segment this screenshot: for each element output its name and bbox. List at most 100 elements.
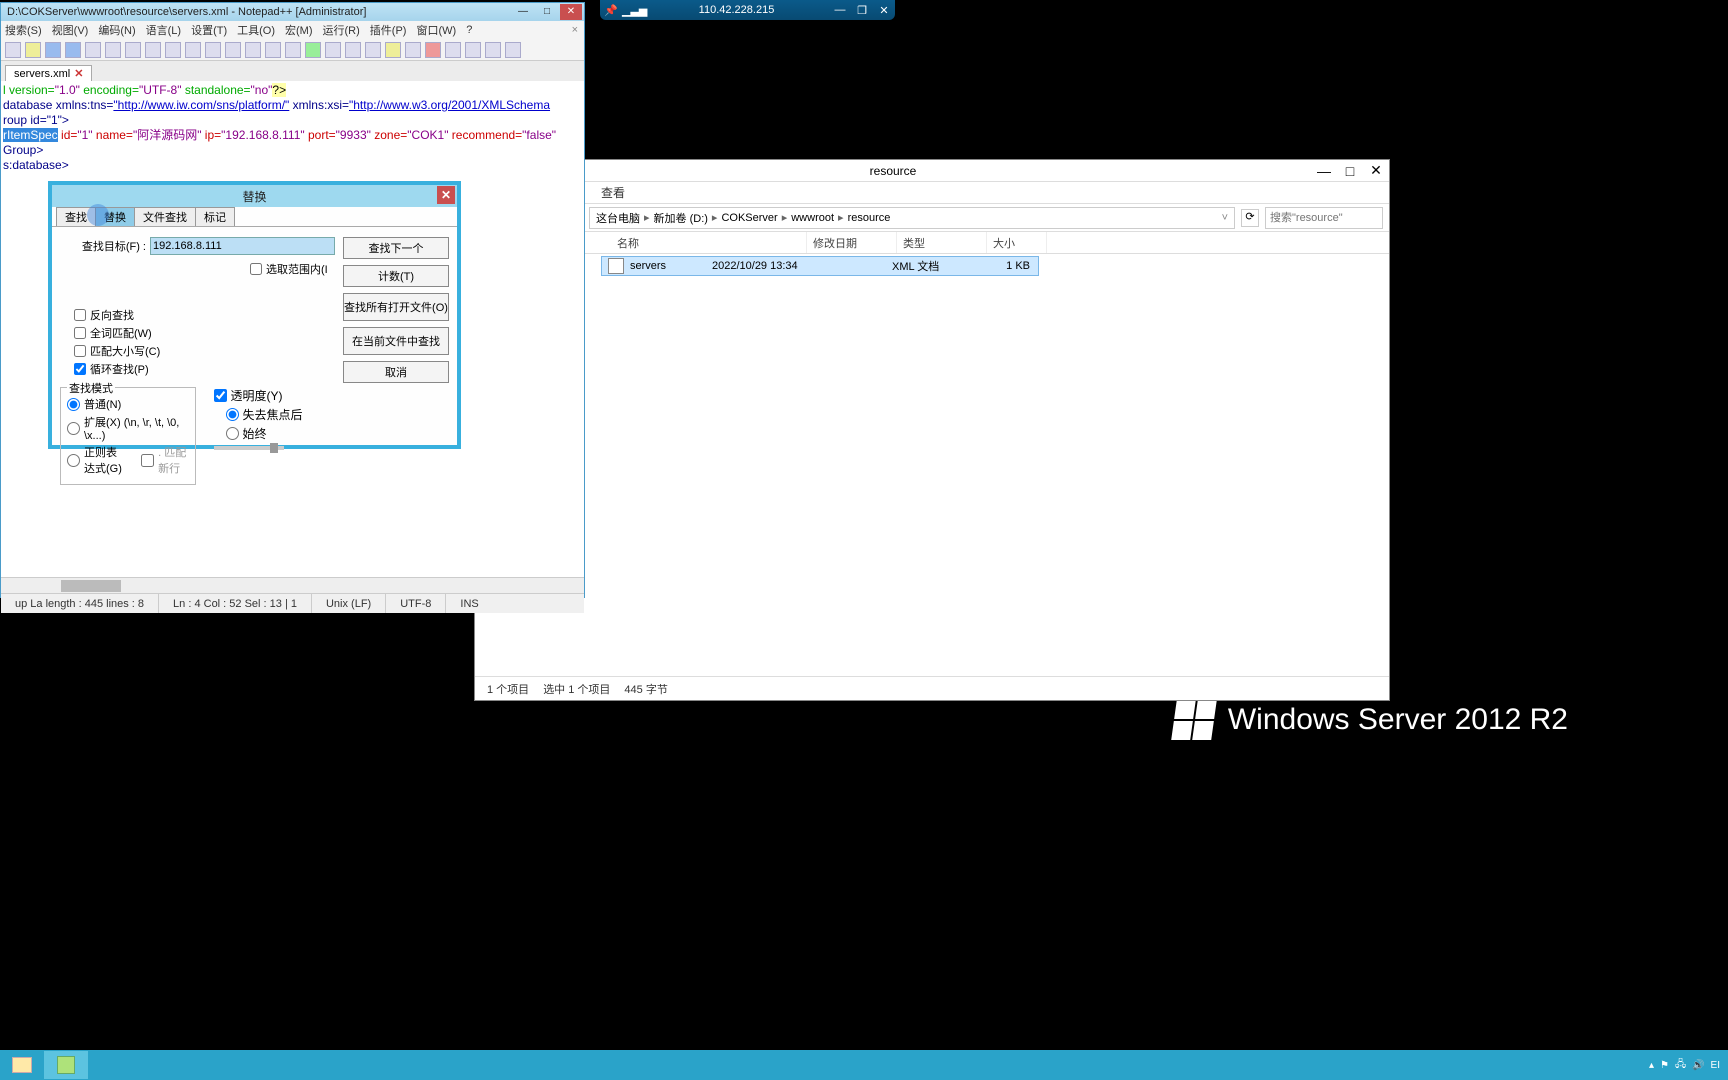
cancel-button[interactable]: 取消 [343,361,449,383]
npp-minimize-button[interactable]: — [512,4,534,20]
toolbar-record-icon[interactable] [425,42,441,58]
toolbar-playmulti-icon[interactable] [485,42,501,58]
find-in-current-button[interactable]: 在当前文件中查找 [343,327,449,355]
toolbar-zoom-in-icon[interactable] [265,42,281,58]
dialog-close-button[interactable]: ✕ [437,186,455,204]
crumb-cokserver[interactable]: COKServer [721,212,777,224]
menu-language[interactable]: 语言(L) [146,22,181,38]
find-input[interactable] [150,237,335,255]
menu-tools[interactable]: 工具(O) [237,22,275,38]
toolbar-saveall-icon[interactable] [65,42,81,58]
cb-backward[interactable] [74,309,86,321]
toolbar-replace-icon[interactable] [245,42,261,58]
tab-servers-xml[interactable]: servers.xml ✕ [5,65,92,81]
toolbar-copy-icon[interactable] [145,42,161,58]
file-row-servers[interactable]: servers 2022/10/29 13:34 XML 文档 1 KB [601,256,1039,276]
find-all-open-button[interactable]: 查找所有打开文件(O) [343,293,449,321]
cb-matchcase[interactable] [74,345,86,357]
rdp-restore-button[interactable]: ❐ [851,4,873,17]
rb-regex[interactable] [67,454,80,467]
rdp-minimize-button[interactable]: — [829,4,851,16]
rdp-close-button[interactable]: ✕ [873,4,895,17]
toolbar-ws-icon[interactable] [325,42,341,58]
toolbar-save-icon[interactable] [45,42,61,58]
cb-wrap[interactable] [74,363,86,375]
slider-thumb[interactable] [270,443,278,453]
rb-always[interactable] [226,427,239,440]
menu-view[interactable]: 视图(V) [52,22,89,38]
col-type[interactable]: 类型 [897,232,987,253]
rdp-pin-icon[interactable]: 📌 [600,4,622,17]
search-input[interactable] [1265,207,1383,229]
crumb-drive-d[interactable]: 新加卷 (D:) [654,210,708,226]
npp-close-button[interactable]: ✕ [560,4,582,20]
toolbar-zoom-out-icon[interactable] [285,42,301,58]
toolbar-play-icon[interactable] [465,42,481,58]
toolbar-folder-icon[interactable] [385,42,401,58]
toolbar-paste-icon[interactable] [165,42,181,58]
menu-window[interactable]: 窗口(W) [416,22,456,38]
toolbar-redo-icon[interactable] [205,42,221,58]
crumb-resource[interactable]: resource [848,212,891,224]
toolbar-find-icon[interactable] [225,42,241,58]
taskbar-notepadpp-icon[interactable] [44,1051,88,1079]
refresh-button[interactable]: ⟳ [1241,209,1259,227]
transparency-slider[interactable] [214,446,284,450]
npp-titlebar[interactable]: D:\COKServer\wwwroot\resource\servers.xm… [1,3,584,21]
col-name[interactable]: 名称 [611,232,807,253]
toolbar-open-icon[interactable] [25,42,41,58]
cb-transparency[interactable] [214,389,227,402]
menu-run[interactable]: 运行(R) [323,22,360,38]
col-size[interactable]: 大小 [987,232,1047,253]
dialog-titlebar[interactable]: 替换 ✕ [52,185,457,207]
explorer-titlebar[interactable]: resource — □ ✕ [475,160,1389,182]
toolbar-outdent-icon[interactable] [365,42,381,58]
crumb-thispc[interactable]: 这台电脑 [596,210,640,226]
taskbar[interactable]: ▴ ⚑ 🖧 🔊 EI [0,1050,1728,1080]
toolbar-stop-icon[interactable] [445,42,461,58]
cb-inselection[interactable] [250,263,262,275]
find-next-button[interactable]: 查找下一个 [343,237,449,259]
toolbar-close-icon[interactable] [85,42,101,58]
tray-flag-icon[interactable]: ⚑ [1660,1060,1669,1071]
count-button[interactable]: 计数(T) [343,265,449,287]
toolbar-indent-icon[interactable] [345,42,361,58]
cb-wholeword[interactable] [74,327,86,339]
explorer-minimize-button[interactable]: — [1311,163,1337,179]
col-date[interactable]: 修改日期 [807,232,897,253]
tab-close-icon[interactable]: ✕ [74,67,83,80]
toolbar-undo-icon[interactable] [185,42,201,58]
tray-up-icon[interactable]: ▴ [1649,1060,1654,1071]
menu-encoding[interactable]: 编码(N) [98,22,135,38]
npp-maximize-button[interactable]: □ [536,4,558,20]
explorer-close-button[interactable]: ✕ [1363,162,1389,179]
toolbar-print-icon[interactable] [105,42,121,58]
rb-onblur[interactable] [226,408,239,421]
menu-search[interactable]: 搜索(S) [5,22,42,38]
toolbar-doc-icon[interactable] [405,42,421,58]
tray-language[interactable]: EI [1711,1060,1720,1071]
tray-network-icon[interactable]: 🖧 [1675,1057,1686,1074]
toolbar-savem-icon[interactable] [505,42,521,58]
tray-volume-icon[interactable]: 🔊 [1692,1060,1704,1071]
menu-help[interactable]: ? [466,24,472,36]
menu-macro[interactable]: 宏(M) [285,22,313,38]
toolbar-new-icon[interactable] [5,42,21,58]
chevron-down-icon[interactable]: ˅ [1222,212,1234,224]
rb-normal[interactable] [67,398,80,411]
toolbar-cut-icon[interactable] [125,42,141,58]
explorer-maximize-button[interactable]: □ [1337,163,1363,179]
scrollbar-thumb[interactable] [61,580,121,592]
tab-mark[interactable]: 标记 [195,207,235,226]
menu-plugins[interactable]: 插件(P) [370,22,407,38]
horizontal-scrollbar[interactable] [1,577,584,593]
breadcrumb[interactable]: 这台电脑▸ 新加卷 (D:)▸ COKServer▸ wwwroot▸ reso… [589,207,1235,229]
rb-extended[interactable] [67,422,80,435]
menu-close-x[interactable]: × [572,24,578,36]
ribbon-view[interactable]: 查看 [601,184,625,201]
tab-findinfiles[interactable]: 文件查找 [134,207,196,226]
cb-dotnewline[interactable] [141,454,154,467]
toolbar-wrap-icon[interactable] [305,42,321,58]
crumb-wwwroot[interactable]: wwwroot [791,212,834,224]
taskbar-explorer-icon[interactable] [0,1051,44,1079]
